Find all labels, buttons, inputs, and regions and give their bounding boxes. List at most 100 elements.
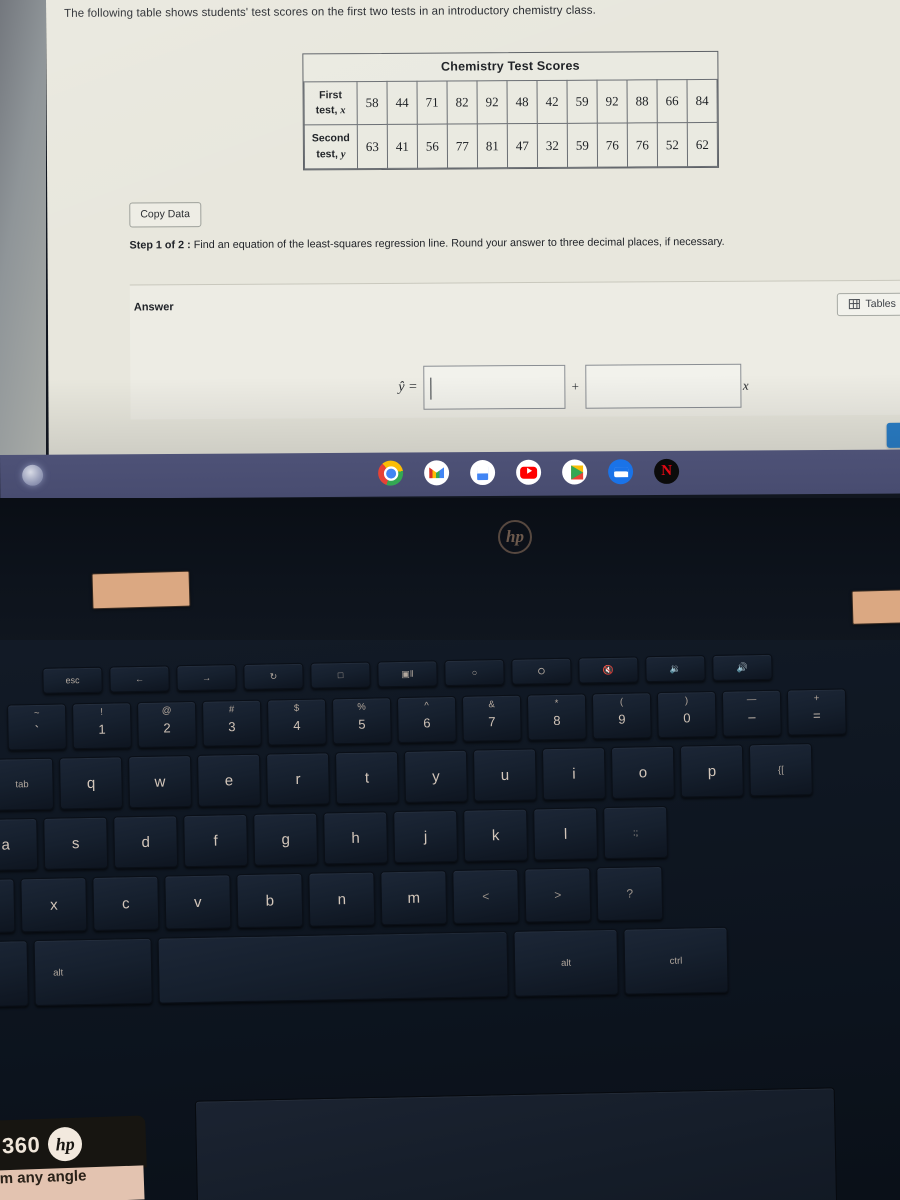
cell-y-5: 47 bbox=[507, 123, 538, 168]
slope-input[interactable] bbox=[584, 363, 742, 409]
key-ctrl-left[interactable] bbox=[0, 940, 29, 1008]
key-bracket-left[interactable]: {[ bbox=[748, 743, 813, 797]
key-y[interactable]: y bbox=[403, 749, 468, 803]
keyboard-qwerty-row: tab q w e r t y u i o p {[ bbox=[0, 743, 813, 811]
question-prompt: The following table shows students' test… bbox=[64, 4, 596, 20]
gmail-icon[interactable] bbox=[424, 460, 450, 486]
second-label-line2: test, bbox=[316, 147, 338, 161]
key-o[interactable]: o bbox=[610, 745, 675, 799]
key-b[interactable]: b bbox=[236, 872, 304, 929]
launcher-icon[interactable] bbox=[22, 464, 44, 486]
key-minus[interactable]: — – bbox=[721, 689, 782, 737]
key-m[interactable]: m bbox=[380, 870, 448, 926]
key-c[interactable]: c bbox=[92, 875, 160, 931]
key-alt-right[interactable]: alt bbox=[513, 928, 619, 997]
key-s[interactable]: s bbox=[43, 816, 109, 870]
key-equals[interactable]: + = bbox=[786, 688, 847, 736]
key-semicolon[interactable]: :; bbox=[603, 805, 669, 860]
key-n[interactable]: n bbox=[308, 871, 376, 927]
key-e[interactable]: e bbox=[197, 753, 261, 807]
tables-button[interactable]: Tables bbox=[836, 292, 900, 317]
equation-lhs: ŷ = bbox=[398, 379, 418, 395]
key-6[interactable]: ^ 6 bbox=[396, 695, 457, 744]
row-label-first-test: First test, x bbox=[304, 81, 358, 126]
key-w[interactable]: w bbox=[128, 754, 193, 809]
youtube-icon[interactable] bbox=[516, 459, 542, 485]
key-7[interactable]: & 7 bbox=[461, 694, 522, 742]
key-k[interactable]: k bbox=[463, 808, 529, 862]
plus-sign: + bbox=[571, 378, 579, 394]
cell-x-7: 59 bbox=[566, 80, 598, 124]
key-mute-icon[interactable]: 🔇 bbox=[578, 656, 639, 684]
docs-icon[interactable] bbox=[470, 459, 496, 486]
key-4[interactable]: $ 4 bbox=[266, 698, 327, 746]
messages-icon[interactable] bbox=[608, 459, 634, 485]
key-f[interactable]: f bbox=[183, 813, 249, 868]
key-8-shift: * bbox=[554, 697, 559, 709]
key-h[interactable]: h bbox=[323, 811, 389, 865]
cell-y-3: 77 bbox=[447, 124, 478, 168]
key-1[interactable]: ! 1 bbox=[71, 702, 132, 750]
key-0[interactable]: ) 0 bbox=[656, 690, 717, 739]
cell-x-4: 92 bbox=[476, 80, 508, 125]
keyboard-number-row: ~ ` ! 1 @ 2 # 3 $ 4 % 5 ^ 6 & 7 * 8 (9 … bbox=[7, 688, 847, 751]
key-p[interactable]: p bbox=[679, 744, 744, 798]
key-v[interactable]: v bbox=[164, 874, 232, 930]
key-9-main: 9 bbox=[618, 711, 626, 727]
key-overview-icon[interactable]: ▣‖ bbox=[377, 660, 438, 688]
play-store-icon[interactable] bbox=[562, 459, 588, 485]
key-slash[interactable]: ? bbox=[596, 865, 664, 922]
row-label-second-test: Second test, y bbox=[304, 125, 358, 169]
key-6-main: 6 bbox=[423, 715, 431, 731]
shelf-app-icons: N bbox=[378, 458, 680, 486]
key-g[interactable]: g bbox=[253, 812, 319, 866]
key-t[interactable]: t bbox=[334, 751, 399, 805]
key-u[interactable]: u bbox=[472, 748, 537, 802]
key-r[interactable]: r bbox=[265, 752, 330, 806]
key-ctrl-right[interactable]: ctrl bbox=[623, 926, 729, 995]
key-reload-icon[interactable]: ↻ bbox=[243, 662, 304, 690]
key-8[interactable]: * 8 bbox=[526, 693, 587, 741]
key-space[interactable] bbox=[157, 930, 509, 1004]
key-backtick[interactable]: ~ ` bbox=[7, 703, 67, 751]
netflix-icon[interactable]: N bbox=[654, 458, 680, 485]
key-d[interactable]: d bbox=[113, 815, 179, 869]
key-esc[interactable]: esc bbox=[42, 666, 103, 694]
key-tab[interactable]: tab bbox=[0, 757, 55, 811]
intercept-input[interactable] bbox=[423, 364, 566, 410]
key-j[interactable]: j bbox=[393, 809, 459, 864]
key-z[interactable]: z bbox=[0, 878, 16, 934]
key-3[interactable]: # 3 bbox=[201, 699, 262, 747]
chrome-icon[interactable] bbox=[378, 460, 404, 486]
trackpad[interactable] bbox=[194, 1087, 838, 1200]
key-a[interactable]: a bbox=[0, 817, 39, 872]
key-period[interactable]: > bbox=[524, 867, 592, 923]
key-l[interactable]: l bbox=[533, 807, 599, 861]
key-q[interactable]: q bbox=[59, 756, 124, 810]
key-4-main: 4 bbox=[293, 717, 301, 734]
key-forward-icon[interactable]: → bbox=[176, 664, 237, 692]
key-back-icon[interactable]: ← bbox=[109, 665, 170, 693]
key-equals-main: = bbox=[812, 707, 821, 724]
key-comma[interactable]: < bbox=[452, 868, 520, 924]
submit-button[interactable]: Submit bbox=[886, 422, 900, 448]
key-volume-down-icon[interactable]: 🔉 bbox=[645, 655, 706, 683]
key-brightness-down-icon[interactable]: ○ bbox=[444, 658, 505, 687]
key-alt-left[interactable]: alt bbox=[33, 937, 153, 1007]
cell-y-0: 63 bbox=[357, 124, 388, 169]
key-5[interactable]: % 5 bbox=[331, 697, 392, 745]
key-fullscreen-icon[interactable]: □ bbox=[310, 661, 371, 689]
key-x[interactable]: x bbox=[20, 877, 88, 933]
first-label-var: x bbox=[340, 105, 346, 117]
key-9[interactable]: ( 9 bbox=[591, 692, 652, 740]
key-brightness-up-icon[interactable]: ⭘ bbox=[511, 657, 572, 685]
key-volume-up-icon[interactable]: 🔊 bbox=[712, 653, 773, 681]
cell-y-11: 62 bbox=[687, 122, 718, 167]
step-label: Step 1 of 2 : bbox=[129, 239, 191, 252]
copy-data-button[interactable]: Copy Data bbox=[129, 202, 201, 228]
key-2[interactable]: @ 2 bbox=[136, 700, 197, 749]
cell-x-3: 82 bbox=[446, 80, 478, 125]
step-text: Find an equation of the least-squares re… bbox=[193, 235, 725, 252]
key-i[interactable]: i bbox=[541, 747, 606, 801]
key-equals-shift: + bbox=[813, 692, 820, 705]
